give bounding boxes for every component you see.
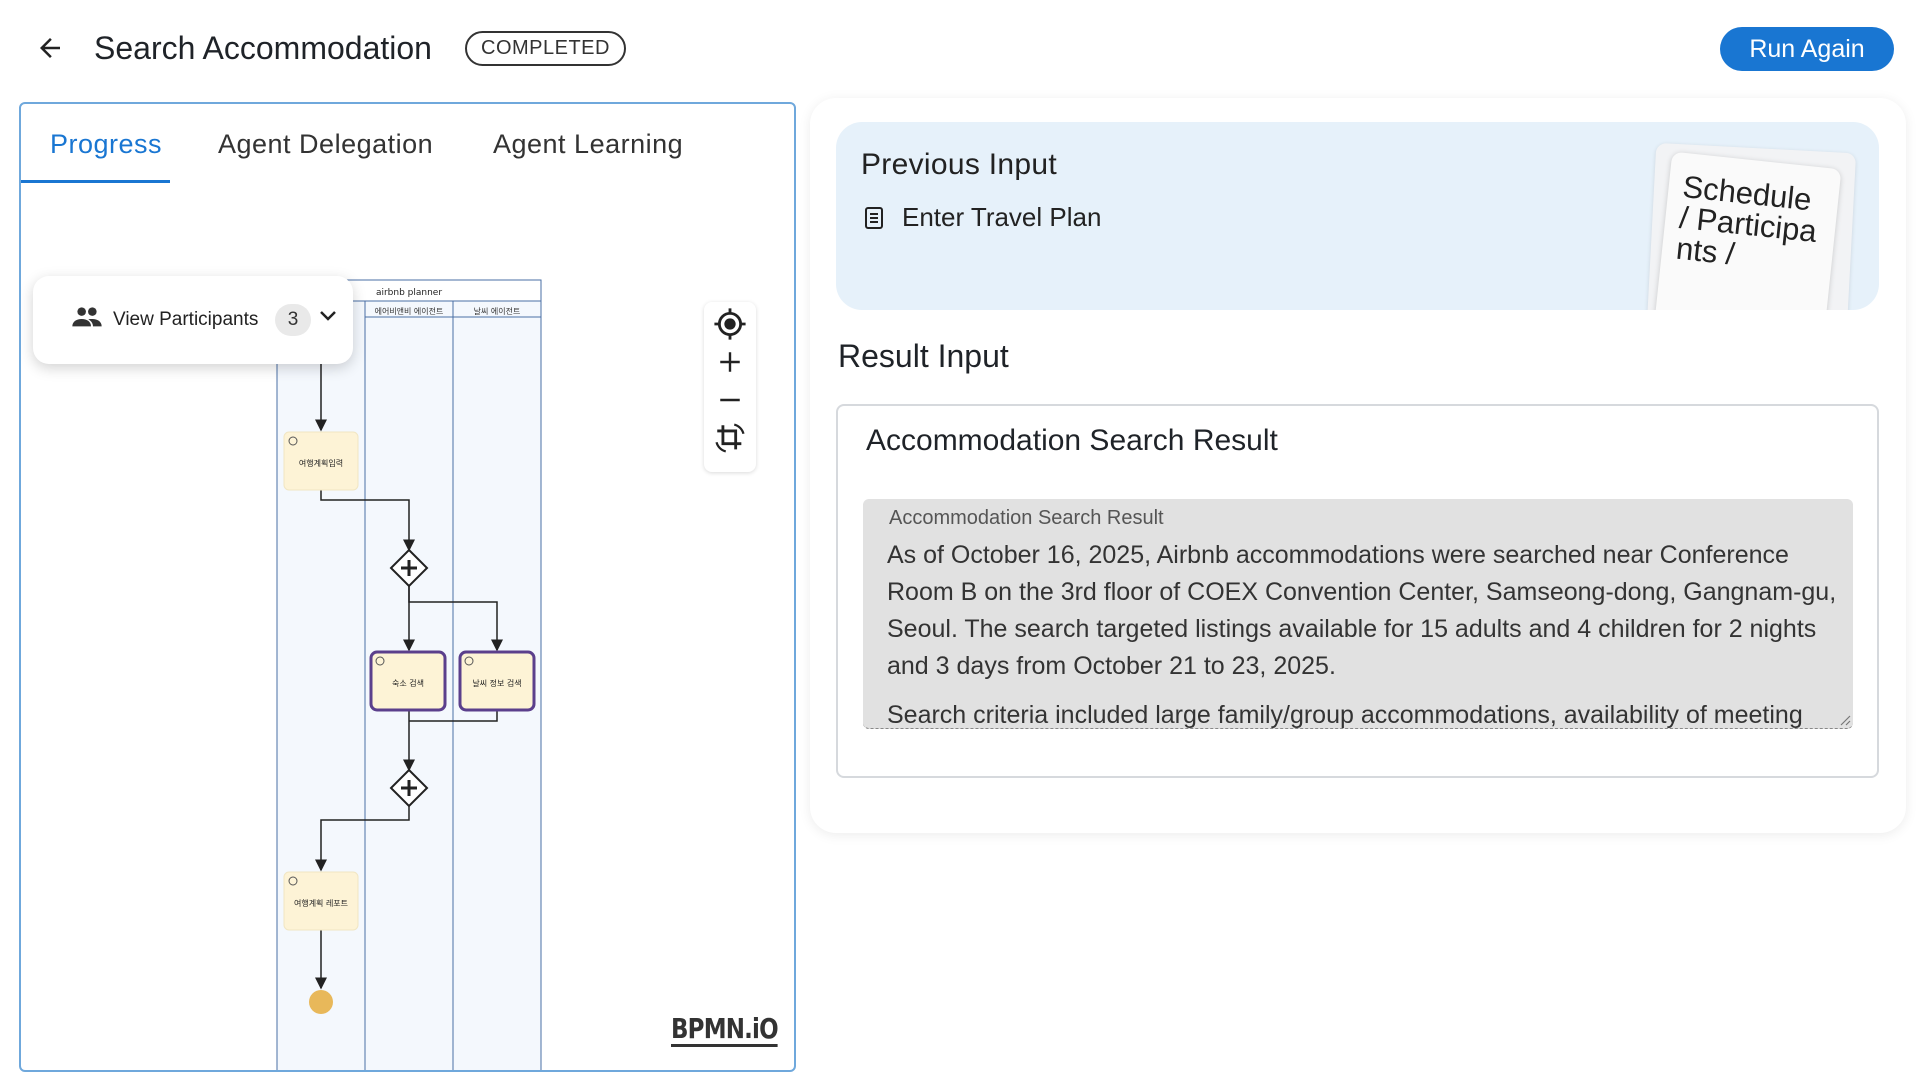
result-card-title: Accommodation Search Result <box>866 424 1278 457</box>
result-paragraph-2: Search criteria included large family/gr… <box>887 701 1803 729</box>
process-panel: Progress Agent Delegation Agent Learning… <box>19 102 796 1072</box>
participants-label: View Participants <box>113 309 259 330</box>
run-again-button[interactable]: Run Again <box>1720 27 1894 71</box>
group-icon <box>72 307 102 327</box>
lane-label-weather: 날씨 에이전트 <box>474 306 521 316</box>
participants-count-badge: 3 <box>275 304 311 336</box>
crop-rotate-icon <box>715 423 745 453</box>
bpmn-io-logo[interactable]: BPMN.iO <box>671 1014 779 1047</box>
accommodation-result-textarea[interactable]: Accommodation Search Result As of Octobe… <box>863 499 1853 729</box>
document-icon <box>865 206 883 229</box>
result-input-title: Result Input <box>838 338 1009 374</box>
schedule-participants-sticker: Schedule / Participants / <box>1652 151 1842 310</box>
zoom-controls <box>704 302 756 472</box>
page: Search Accommodation COMPLETED Run Again… <box>0 0 1920 1092</box>
end-event <box>309 990 333 1014</box>
task-travel-plan-input: 여행계획입력 <box>283 431 359 491</box>
zoom-in-button[interactable] <box>710 344 750 380</box>
plus-icon <box>720 352 740 372</box>
result-paragraph-1: As of October 16, 2025, Airbnb accommoda… <box>887 541 1837 680</box>
arrow-left-icon <box>40 38 60 58</box>
header: Search Accommodation COMPLETED Run Again <box>0 0 1920 96</box>
previous-input-card: Previous Input Enter Travel Plan Schedul… <box>836 122 1879 310</box>
task-accommodation-search: 숙소 검색 <box>369 650 447 712</box>
task-travel-report: 여행계획 레포트 <box>283 871 359 931</box>
previous-input-title: Previous Input <box>861 148 1057 181</box>
chevron-down-icon <box>320 311 336 321</box>
result-input-card: Accommodation Search Result Accommodatio… <box>836 404 1879 778</box>
back-button[interactable] <box>30 28 70 68</box>
svg-text:여행계획 레포트: 여행계획 레포트 <box>294 898 348 908</box>
tab-bar: Progress Agent Delegation Agent Learning <box>21 104 794 184</box>
svg-text:숙소 검색: 숙소 검색 <box>392 678 424 688</box>
zoom-out-button[interactable] <box>710 382 750 418</box>
page-title: Search Accommodation <box>94 30 432 66</box>
tab-agent-learning[interactable]: Agent Learning <box>493 124 683 182</box>
textarea-content: As of October 16, 2025, Airbnb accommoda… <box>887 537 1837 729</box>
textarea-label: Accommodation Search Result <box>889 507 1164 529</box>
status-badge: COMPLETED <box>465 31 626 66</box>
recenter-button[interactable] <box>710 306 750 342</box>
pool-name: airbnb planner <box>376 288 442 298</box>
svg-text:날씨 정보 검색: 날씨 정보 검색 <box>472 678 521 688</box>
bpmn-canvas[interactable]: airbnb planner 에어비앤비 에이전트 날씨 에이전트 여행계획입력… <box>21 184 794 1070</box>
tab-progress[interactable]: Progress <box>50 124 162 182</box>
lane-label-airbnb: 에어비앤비 에이전트 <box>375 306 444 316</box>
svg-text:여행계획입력: 여행계획입력 <box>299 458 343 468</box>
detail-panel: Previous Input Enter Travel Plan Schedul… <box>810 98 1906 833</box>
view-participants-button[interactable]: View Participants 3 <box>33 276 353 364</box>
minus-icon <box>720 398 740 402</box>
previous-input-item[interactable]: Enter Travel Plan <box>864 202 1101 233</box>
fit-view-button[interactable] <box>710 420 750 456</box>
resize-handle-icon[interactable] <box>1837 712 1851 726</box>
previous-input-item-label: Enter Travel Plan <box>902 202 1102 232</box>
tab-agent-delegation[interactable]: Agent Delegation <box>218 124 433 182</box>
task-weather-search: 날씨 정보 검색 <box>458 650 536 712</box>
active-tab-indicator <box>21 180 170 183</box>
crosshair-icon <box>714 308 746 340</box>
